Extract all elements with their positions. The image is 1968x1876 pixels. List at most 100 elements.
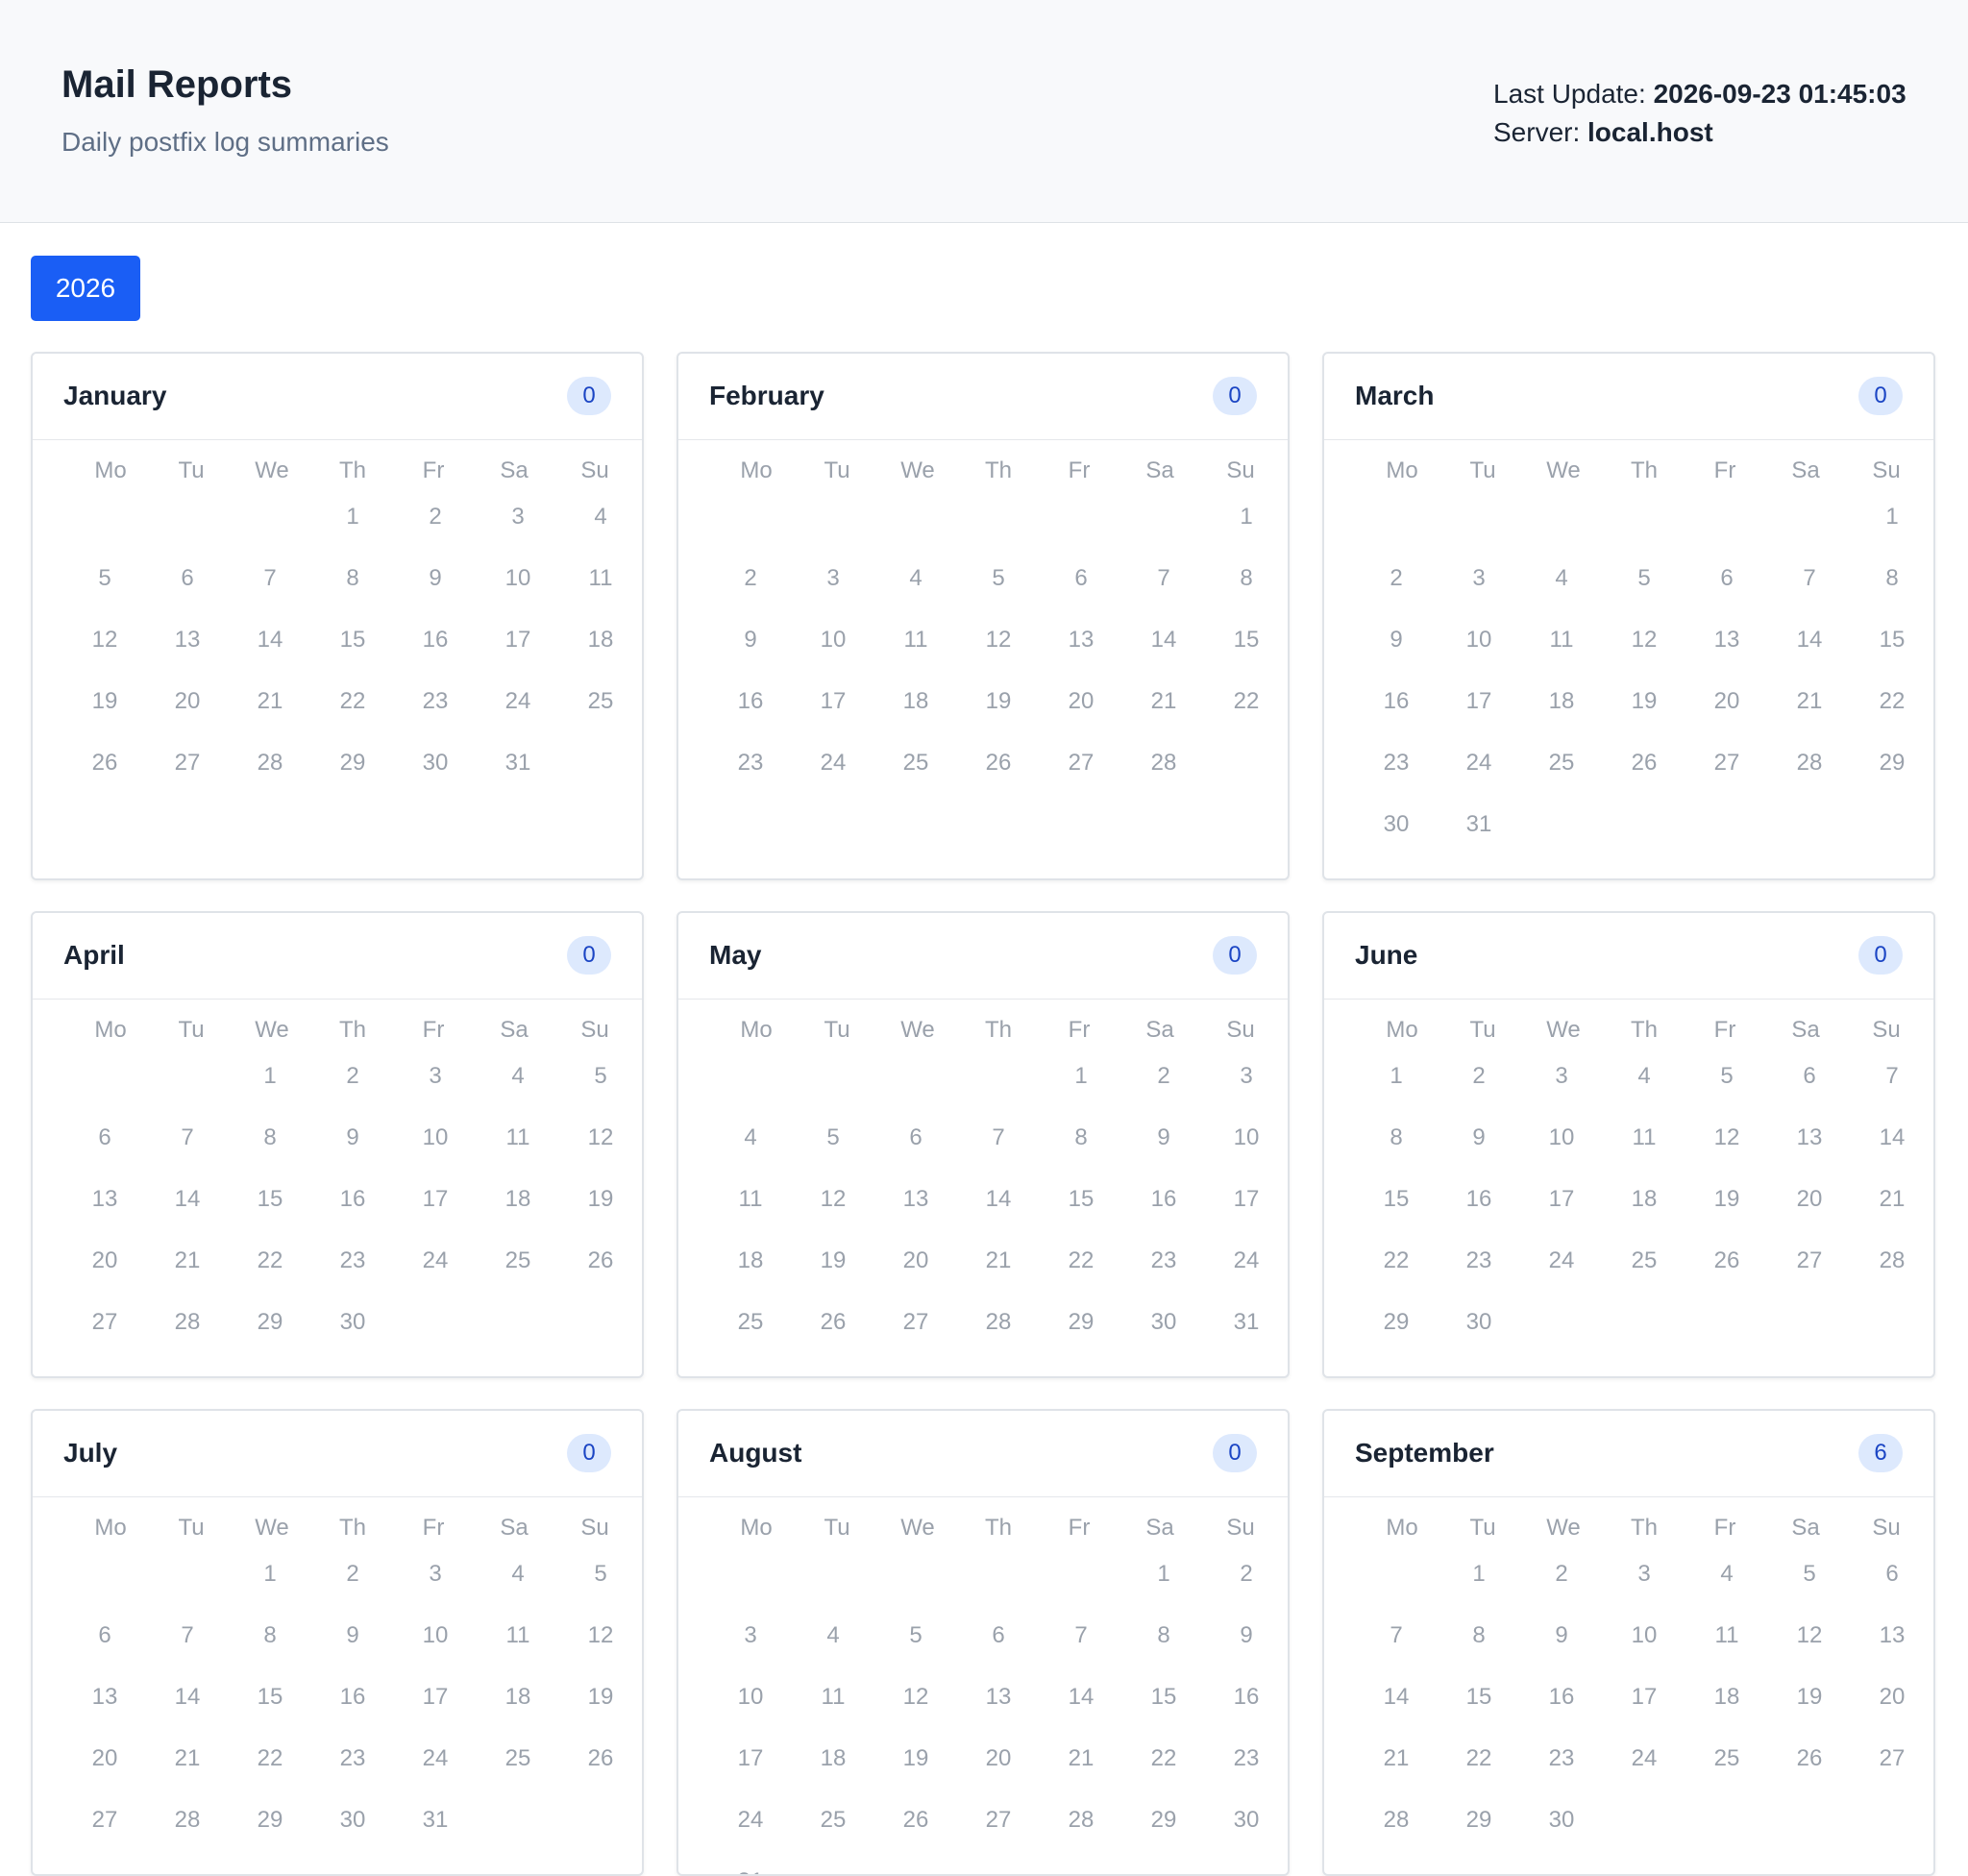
calendar-day[interactable]: 29	[312, 750, 393, 777]
calendar-day[interactable]: 17	[1604, 1684, 1685, 1711]
calendar-day[interactable]: 5	[875, 1622, 956, 1649]
calendar-day[interactable]: 16	[1439, 1186, 1519, 1213]
calendar-day[interactable]: 1	[1439, 1561, 1519, 1588]
calendar-day[interactable]: 2	[312, 1063, 393, 1090]
calendar-day[interactable]: 22	[312, 688, 393, 715]
calendar-day[interactable]: 21	[1041, 1745, 1121, 1772]
calendar-day[interactable]: 16	[1356, 688, 1437, 715]
calendar-day[interactable]: 7	[1769, 565, 1850, 592]
calendar-day[interactable]: 6	[147, 565, 228, 592]
calendar-day[interactable]: 4	[710, 1124, 791, 1151]
calendar-day[interactable]: 28	[958, 1309, 1039, 1336]
calendar-day[interactable]: 31	[478, 750, 558, 777]
calendar-day[interactable]: 29	[1852, 750, 1932, 777]
calendar-day[interactable]: 9	[395, 565, 476, 592]
calendar-day[interactable]: 10	[395, 1124, 476, 1151]
calendar-day[interactable]: 27	[1852, 1745, 1932, 1772]
calendar-day[interactable]: 15	[1123, 1684, 1204, 1711]
calendar-day[interactable]: 16	[312, 1186, 393, 1213]
calendar-day[interactable]: 31	[710, 1868, 791, 1874]
calendar-day[interactable]: 14	[958, 1186, 1039, 1213]
calendar-day[interactable]: 31	[1206, 1309, 1287, 1336]
calendar-day[interactable]: 19	[1686, 1186, 1767, 1213]
calendar-day[interactable]: 3	[395, 1063, 476, 1090]
calendar-day[interactable]: 17	[395, 1186, 476, 1213]
calendar-day[interactable]: 18	[793, 1745, 873, 1772]
calendar-day[interactable]: 19	[64, 688, 145, 715]
calendar-day[interactable]: 28	[147, 1309, 228, 1336]
calendar-day[interactable]: 9	[1206, 1622, 1287, 1649]
calendar-day[interactable]: 29	[1123, 1807, 1204, 1834]
calendar-day[interactable]: 17	[1439, 688, 1519, 715]
calendar-day[interactable]: 26	[560, 1247, 641, 1274]
calendar-day[interactable]: 10	[710, 1684, 791, 1711]
calendar-day[interactable]: 1	[312, 504, 393, 531]
year-button-2026[interactable]: 2026	[31, 256, 140, 321]
calendar-day[interactable]: 9	[312, 1622, 393, 1649]
calendar-day[interactable]: 14	[1041, 1684, 1121, 1711]
calendar-day[interactable]: 7	[147, 1622, 228, 1649]
calendar-day[interactable]: 2	[395, 504, 476, 531]
calendar-day[interactable]: 13	[875, 1186, 956, 1213]
calendar-day[interactable]: 28	[147, 1807, 228, 1834]
calendar-day[interactable]: 11	[875, 627, 956, 654]
calendar-day[interactable]: 29	[230, 1807, 310, 1834]
calendar-day[interactable]: 20	[958, 1745, 1039, 1772]
calendar-day[interactable]: 30	[312, 1807, 393, 1834]
calendar-day[interactable]: 19	[560, 1684, 641, 1711]
calendar-day[interactable]: 9	[1521, 1622, 1602, 1649]
calendar-day[interactable]: 26	[1769, 1745, 1850, 1772]
calendar-day[interactable]: 25	[1521, 750, 1602, 777]
calendar-day[interactable]: 17	[395, 1684, 476, 1711]
calendar-day[interactable]: 25	[793, 1807, 873, 1834]
calendar-day[interactable]: 12	[875, 1684, 956, 1711]
calendar-day[interactable]: 22	[1123, 1745, 1204, 1772]
calendar-day[interactable]: 13	[1852, 1622, 1932, 1649]
calendar-day[interactable]: 25	[710, 1309, 791, 1336]
calendar-day[interactable]: 29	[230, 1309, 310, 1336]
calendar-day[interactable]: 25	[478, 1247, 558, 1274]
calendar-day[interactable]: 15	[1206, 627, 1287, 654]
calendar-day[interactable]: 17	[478, 627, 558, 654]
calendar-day[interactable]: 15	[312, 627, 393, 654]
calendar-day[interactable]: 24	[710, 1807, 791, 1834]
calendar-day[interactable]: 20	[64, 1247, 145, 1274]
calendar-day[interactable]: 18	[478, 1186, 558, 1213]
calendar-day[interactable]: 16	[1206, 1684, 1287, 1711]
calendar-day[interactable]: 24	[478, 688, 558, 715]
calendar-day[interactable]: 11	[560, 565, 641, 592]
calendar-day[interactable]: 3	[793, 565, 873, 592]
calendar-day[interactable]: 6	[1769, 1063, 1850, 1090]
calendar-day[interactable]: 27	[875, 1309, 956, 1336]
calendar-day[interactable]: 24	[1206, 1247, 1287, 1274]
calendar-day[interactable]: 6	[958, 1622, 1039, 1649]
calendar-day[interactable]: 17	[793, 688, 873, 715]
calendar-day[interactable]: 22	[230, 1247, 310, 1274]
calendar-day[interactable]: 21	[1852, 1186, 1932, 1213]
calendar-day[interactable]: 29	[1041, 1309, 1121, 1336]
calendar-day[interactable]: 13	[958, 1684, 1039, 1711]
calendar-day[interactable]: 7	[1041, 1622, 1121, 1649]
calendar-day[interactable]: 24	[395, 1745, 476, 1772]
calendar-day[interactable]: 18	[875, 688, 956, 715]
calendar-day[interactable]: 16	[710, 688, 791, 715]
calendar-day[interactable]: 19	[1769, 1684, 1850, 1711]
calendar-day[interactable]: 1	[230, 1063, 310, 1090]
calendar-day[interactable]: 22	[1356, 1247, 1437, 1274]
calendar-day[interactable]: 2	[710, 565, 791, 592]
calendar-day[interactable]: 24	[1521, 1247, 1602, 1274]
calendar-day[interactable]: 23	[710, 750, 791, 777]
calendar-day[interactable]: 30	[312, 1309, 393, 1336]
calendar-day[interactable]: 19	[875, 1745, 956, 1772]
calendar-day[interactable]: 10	[395, 1622, 476, 1649]
calendar-day[interactable]: 2	[312, 1561, 393, 1588]
calendar-day[interactable]: 8	[230, 1622, 310, 1649]
calendar-day[interactable]: 12	[1769, 1622, 1850, 1649]
calendar-day[interactable]: 30	[1439, 1309, 1519, 1336]
calendar-day[interactable]: 25	[560, 688, 641, 715]
calendar-day[interactable]: 28	[1356, 1807, 1437, 1834]
calendar-day[interactable]: 4	[1686, 1561, 1767, 1588]
calendar-day[interactable]: 20	[875, 1247, 956, 1274]
calendar-day[interactable]: 7	[147, 1124, 228, 1151]
calendar-day[interactable]: 24	[793, 750, 873, 777]
